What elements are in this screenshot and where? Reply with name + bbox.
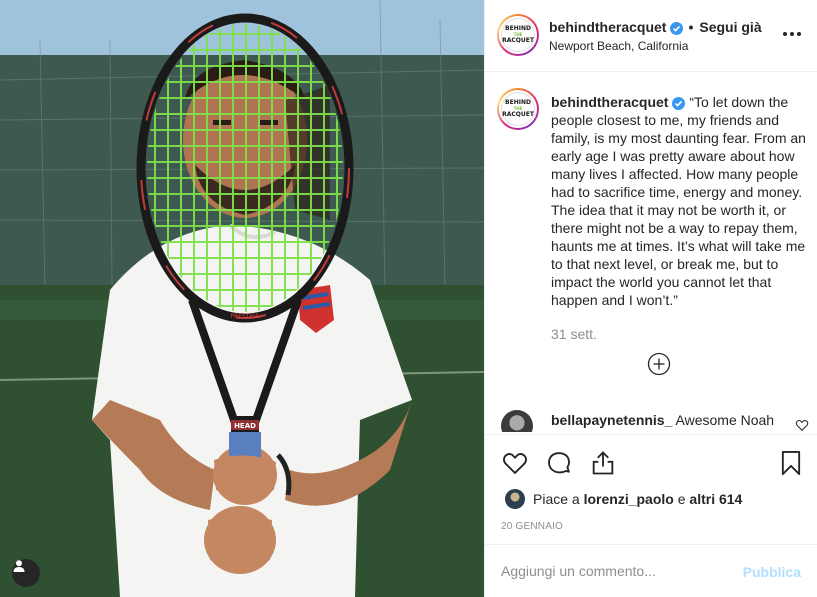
comment-avatar[interactable] xyxy=(501,410,533,432)
liker-username[interactable]: lorenzi_paolo xyxy=(584,491,674,507)
share-icon[interactable] xyxy=(589,449,617,477)
post-photo[interactable]: PRESTIGE HEAD xyxy=(0,0,484,597)
publish-button[interactable]: Pubblica xyxy=(743,564,801,580)
user-tag-button[interactable] xyxy=(12,559,40,587)
header-separator: • xyxy=(688,19,694,35)
caption-text: “To let down the people closest to me, m… xyxy=(551,94,806,308)
caption-verified-icon xyxy=(672,97,686,110)
liker-avatar[interactable] xyxy=(505,489,525,509)
comment-text: Awesome Noah xyxy=(675,412,775,428)
comment-composer: Pubblica xyxy=(485,544,817,597)
more-options-button[interactable] xyxy=(782,24,802,44)
comments-section[interactable]: BEHIND THE RACQUET behindtheracquet “To … xyxy=(485,72,817,432)
post-date[interactable]: 20 GENNAIO xyxy=(501,521,563,532)
likes-prefix: Piace a xyxy=(533,491,584,507)
comment-item: bellapaynetennis_ Awesome Noah xyxy=(501,408,811,432)
caption-logo: BEHIND THE RACQUET xyxy=(501,92,535,126)
post-sidebar: BEHIND THE RACQUET behindtheracquet • Segu… xyxy=(484,0,817,597)
racquet-throat-text: HEAD xyxy=(234,422,256,430)
comment-username[interactable]: bellapaynetennis_ xyxy=(551,412,672,428)
comment-like-heart-icon[interactable] xyxy=(795,418,809,432)
caption-username[interactable]: behindtheracquet xyxy=(551,94,668,110)
racquet-brand-text: PRESTIGE xyxy=(230,313,259,320)
likes-summary: Piace a lorenzi_paolo e altri 614 xyxy=(505,488,742,510)
header-user-line: behindtheracquet • Segui già xyxy=(549,19,762,35)
user-tag-icon xyxy=(13,560,25,572)
post-caption: behindtheracquet “To let down the people… xyxy=(551,93,807,309)
header-username[interactable]: behindtheracquet xyxy=(549,19,666,35)
likes-others-link[interactable]: altri 614 xyxy=(689,491,742,507)
bookmark-icon[interactable] xyxy=(777,449,805,477)
likes-middle: e xyxy=(673,491,690,507)
more-icon xyxy=(783,32,787,36)
heart-icon[interactable] xyxy=(501,449,529,477)
verified-icon xyxy=(670,22,684,35)
caption-avatar[interactable]: BEHIND THE RACQUET xyxy=(497,88,539,130)
post-header: BEHIND THE RACQUET behindtheracquet • Segu… xyxy=(485,0,817,72)
profile-avatar[interactable]: BEHIND THE RACQUET xyxy=(497,14,539,56)
logo-line3: RACQUET xyxy=(502,37,534,44)
header-location[interactable]: Newport Beach, California xyxy=(549,39,688,53)
comment-text-line: bellapaynetennis_ Awesome Noah xyxy=(551,412,774,428)
behindtheracquet-logo: BEHIND THE RACQUET xyxy=(501,18,535,52)
tennis-player-illustration: PRESTIGE HEAD xyxy=(0,0,484,597)
action-bar xyxy=(485,434,817,488)
comment-icon[interactable] xyxy=(545,449,573,477)
add-circle-icon[interactable] xyxy=(647,352,671,376)
caption-logo-line3: RACQUET xyxy=(502,111,534,118)
comment-input[interactable] xyxy=(501,559,731,583)
following-button[interactable]: Segui già xyxy=(699,19,761,35)
caption-timestamp[interactable]: 31 sett. xyxy=(551,326,597,342)
